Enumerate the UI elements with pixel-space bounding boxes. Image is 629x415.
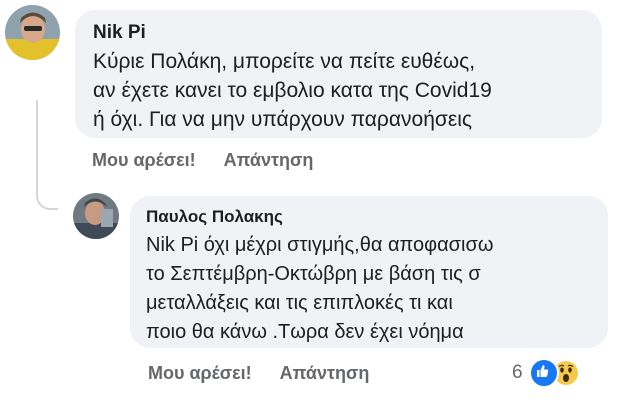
like-button[interactable]: Μου αρέσει!: [148, 363, 252, 383]
comment-author[interactable]: Nik Pi: [93, 21, 586, 45]
avatar[interactable]: [73, 193, 119, 239]
profile-photo-icon: [5, 5, 60, 60]
comment-text-line: ποιο θα κάνω .Τωρα δεν έχει νόημα: [146, 321, 464, 343]
comment-text-line: το Σεπτέμβρη-Οκτώβρη με βάση τις σ: [146, 263, 481, 285]
like-icon: [528, 358, 559, 388]
comment-author[interactable]: Παυλος Πολακης: [146, 206, 592, 228]
comment-text-line: μεταλλάξεις και τις επιπλοκές τι και: [146, 292, 453, 314]
reaction-count: 6: [512, 362, 523, 383]
avatar[interactable]: [5, 5, 60, 60]
comment-text-line: ή όχι. Για να μην υπάρχουν παρανοήσεις: [93, 108, 472, 131]
comment-bubble: Nik Pi Κύριε Πολάκη, μπορείτε να πείτε ε…: [75, 10, 602, 138]
profile-photo-icon: [73, 193, 119, 239]
reaction-summary[interactable]: 6: [512, 358, 579, 388]
reply-bubble: Παυλος Πολακης Nik Pi όχι μέχρι στιγμής,…: [130, 196, 608, 348]
reply-button[interactable]: Απάντηση: [280, 363, 370, 383]
reply-thread-line: [36, 100, 58, 210]
comment-text-line: Nik Pi όχι μέχρι στιγμής,θα αποφασισω: [146, 234, 494, 256]
comment-actions: Μου αρέσει! Απάντηση: [92, 150, 313, 171]
comment-text-line: αν έχετε κανει το εμβολιο κατα της Covid…: [93, 79, 492, 102]
like-button[interactable]: Μου αρέσει!: [92, 150, 196, 170]
reply-button[interactable]: Απάντηση: [224, 150, 314, 170]
comment-text-line: Κύριε Πολάκη, μπορείτε να πείτε ευθέως,: [93, 50, 476, 73]
reply-actions: Μου αρέσει! Απάντηση: [148, 363, 369, 384]
